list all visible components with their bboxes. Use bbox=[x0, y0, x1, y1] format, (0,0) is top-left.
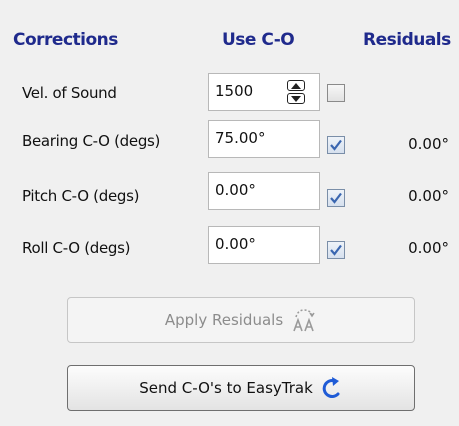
roll-co-label: Roll C-O (degs) bbox=[22, 239, 131, 257]
send-co-label: Send C-O's to EasyTrak bbox=[139, 379, 313, 397]
checkmark-icon bbox=[330, 139, 342, 151]
roll-co-input[interactable]: 0.00° bbox=[208, 226, 320, 264]
checkmark-icon bbox=[330, 244, 342, 256]
apply-residuals-label: Apply Residuals bbox=[164, 311, 284, 329]
residuals-header: Residuals bbox=[363, 30, 451, 50]
send-co-button[interactable]: Send C-O's to EasyTrak bbox=[67, 365, 415, 411]
bearing-co-value: 75.00° bbox=[215, 129, 266, 147]
spinner-up-button[interactable] bbox=[287, 80, 305, 91]
refresh-arrow-icon bbox=[322, 377, 340, 398]
vel-of-sound-spinner[interactable] bbox=[287, 80, 305, 104]
pitch-co-input[interactable]: 0.00° bbox=[208, 172, 320, 210]
pitch-co-label: Pitch C-O (degs) bbox=[22, 187, 140, 205]
pitch-co-residual: 0.00° bbox=[408, 187, 449, 205]
text-transform-icon bbox=[293, 309, 315, 332]
pitch-co-value: 0.00° bbox=[215, 181, 256, 199]
corrections-panel: Corrections Use C-O Residuals Vel. of So… bbox=[0, 0, 459, 426]
apply-residuals-button[interactable]: Apply Residuals bbox=[67, 297, 415, 343]
roll-co-value: 0.00° bbox=[215, 235, 256, 253]
vel-of-sound-value: 1500 bbox=[215, 82, 254, 100]
bearing-co-use-checkbox[interactable] bbox=[327, 136, 345, 154]
roll-co-use-checkbox[interactable] bbox=[327, 241, 345, 259]
spinner-down-button[interactable] bbox=[287, 93, 305, 104]
corrections-header: Corrections bbox=[13, 30, 118, 50]
vel-of-sound-use-checkbox[interactable] bbox=[327, 84, 345, 102]
arrow-down-icon bbox=[291, 95, 301, 102]
bearing-co-residual: 0.00° bbox=[408, 135, 449, 153]
pitch-co-use-checkbox[interactable] bbox=[327, 189, 345, 207]
bearing-co-label: Bearing C-O (degs) bbox=[22, 132, 161, 150]
roll-co-residual: 0.00° bbox=[408, 239, 449, 257]
use-co-header: Use C-O bbox=[222, 30, 295, 50]
arrow-up-icon bbox=[291, 82, 301, 89]
vel-of-sound-label: Vel. of Sound bbox=[22, 84, 117, 102]
checkmark-icon bbox=[330, 192, 342, 204]
bearing-co-input[interactable]: 75.00° bbox=[208, 120, 320, 158]
